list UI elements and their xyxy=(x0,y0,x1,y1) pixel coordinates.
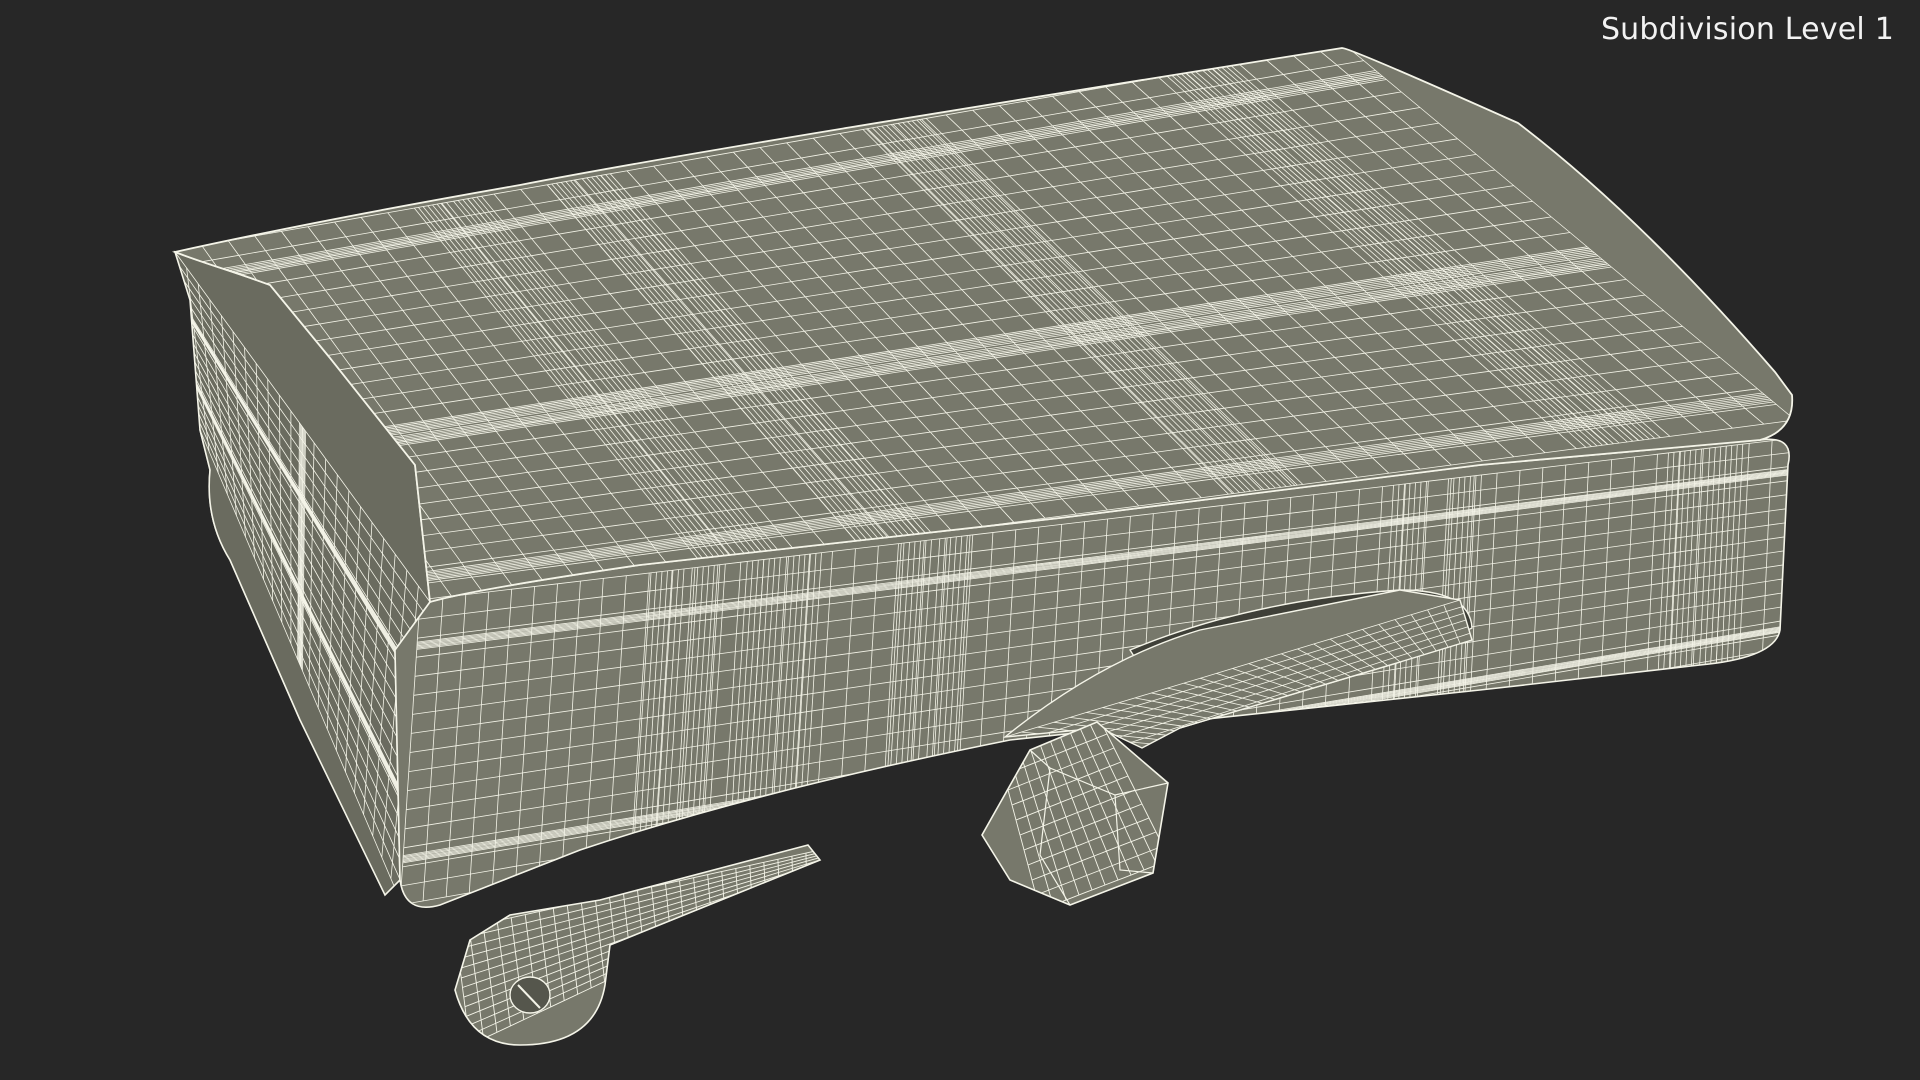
render-viewport: Subdivision Level 1 xyxy=(0,0,1920,1080)
wireframe-model xyxy=(171,47,1794,1046)
bolt-hole xyxy=(509,976,551,1014)
subdivision-level-label: Subdivision Level 1 xyxy=(1600,12,1894,47)
